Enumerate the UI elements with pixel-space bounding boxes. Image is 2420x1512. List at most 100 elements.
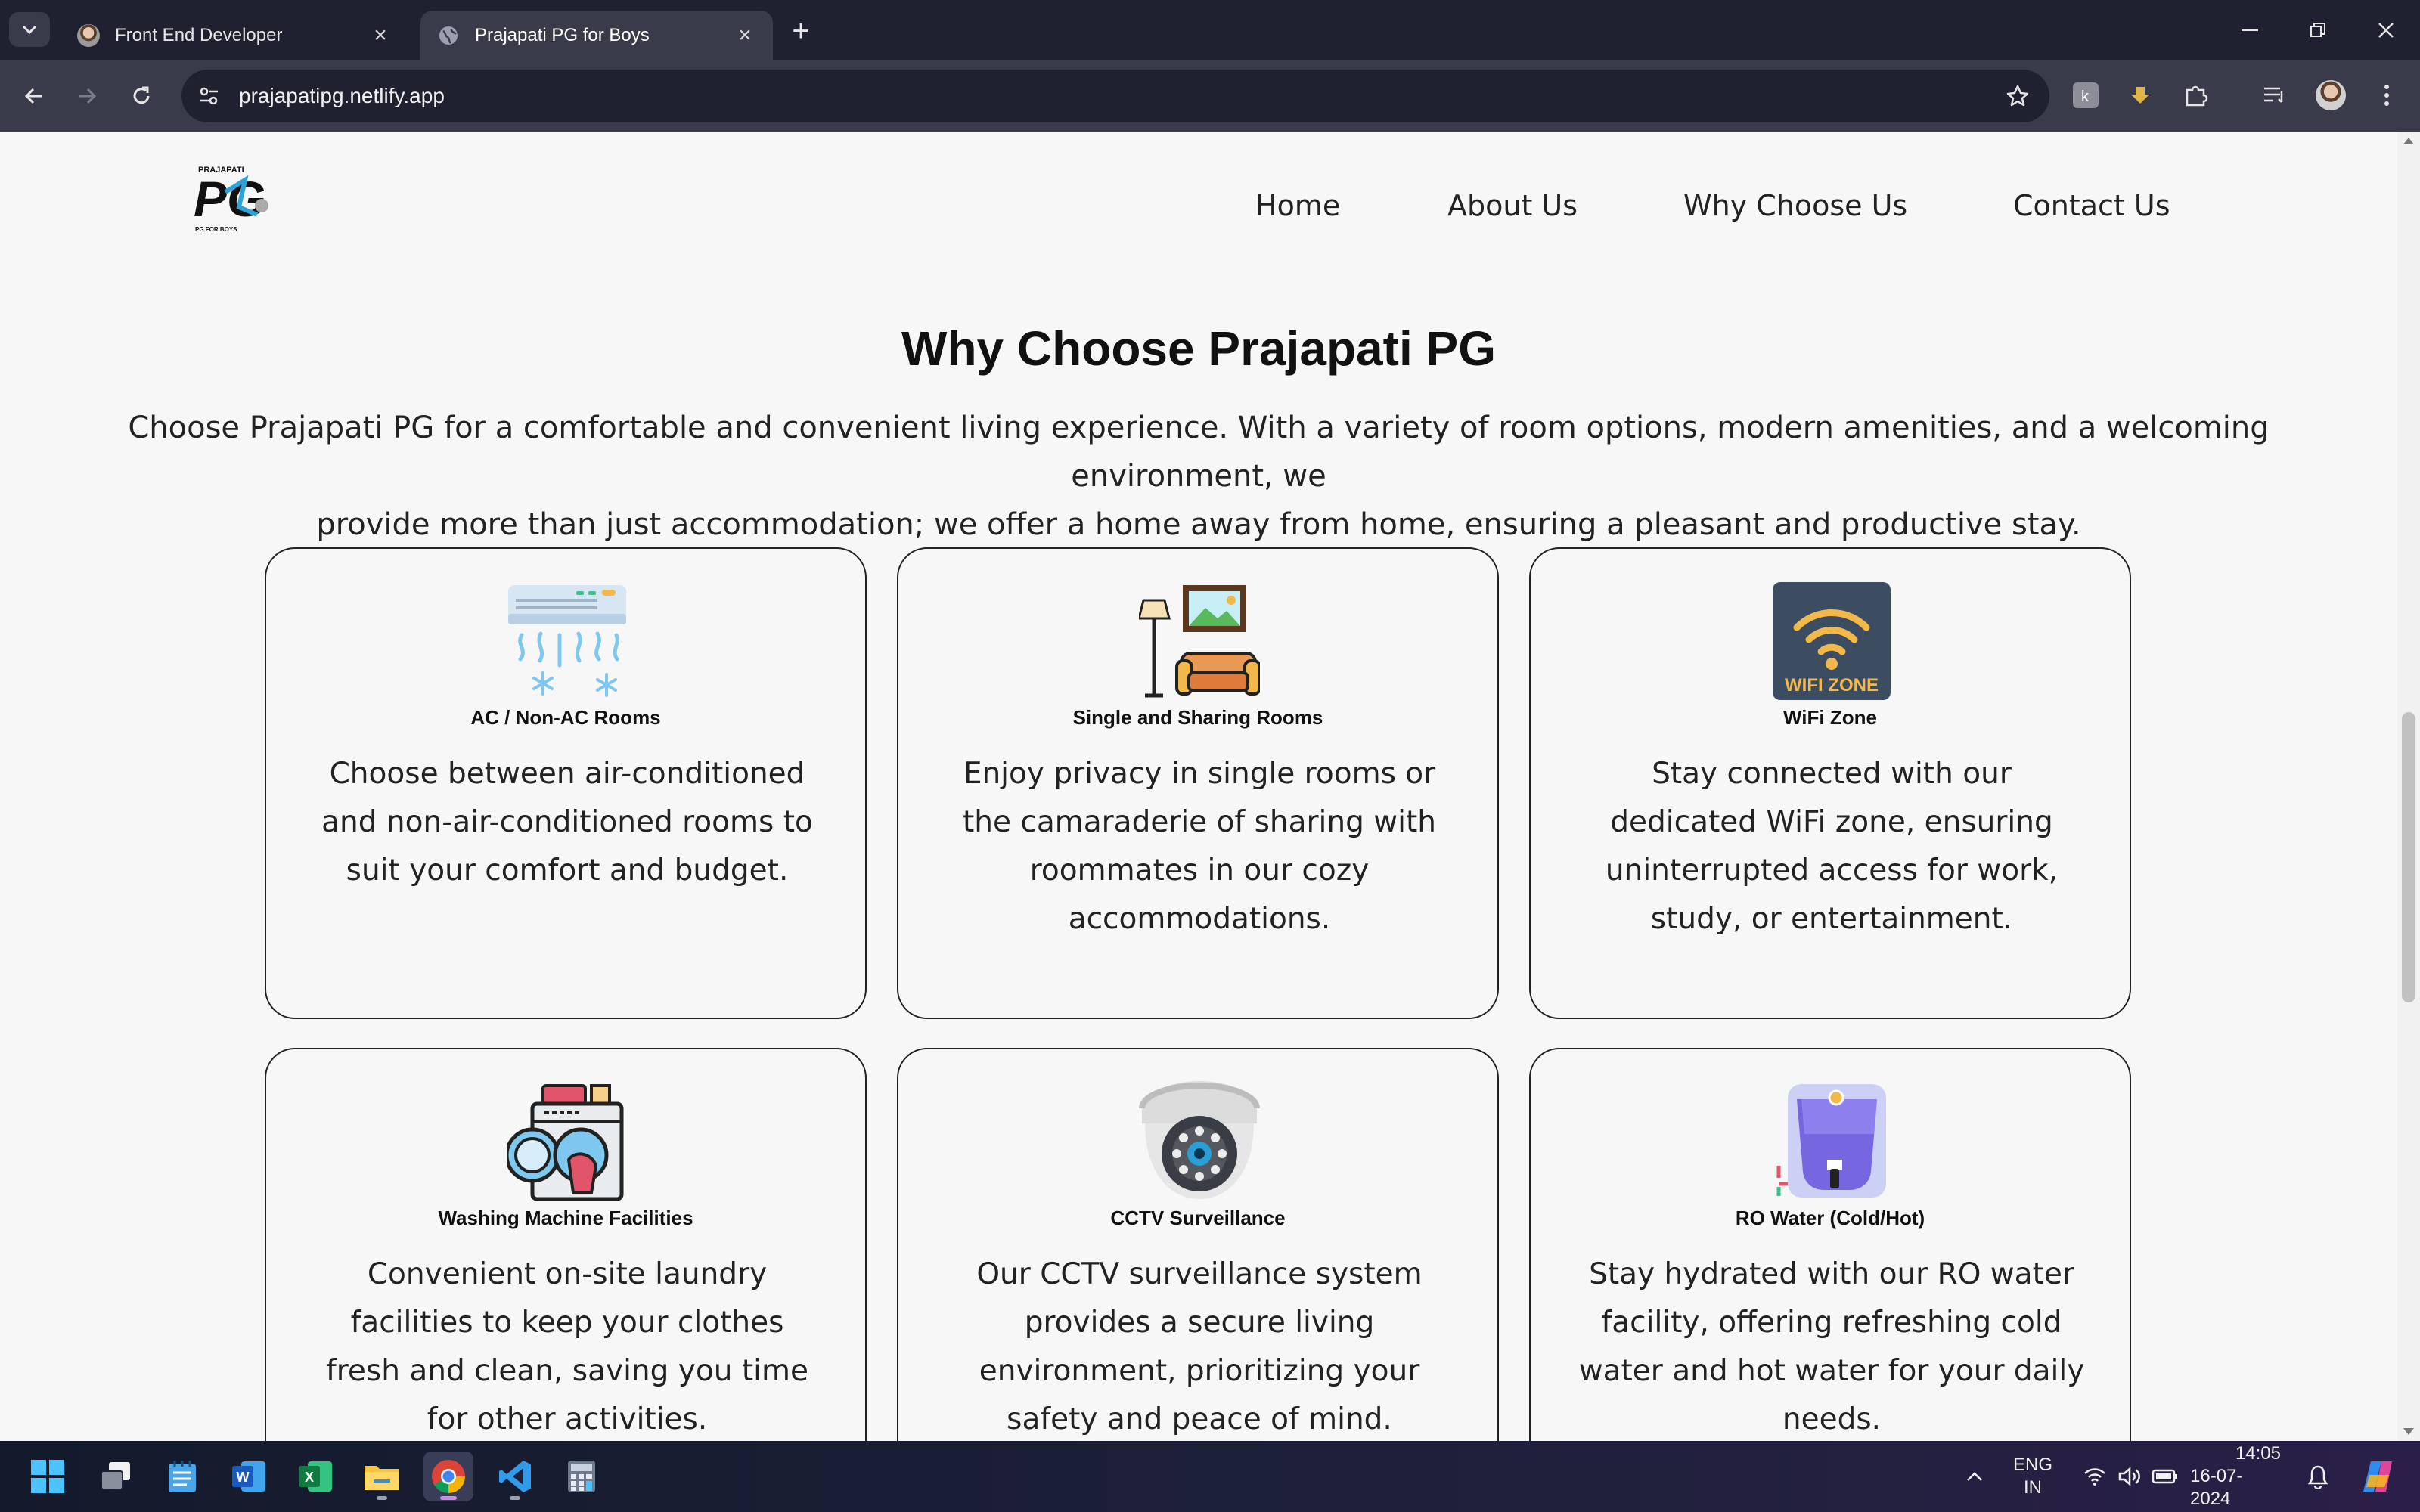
feature-card-cctv: CCTV Surveillance Our CCTV surveillance … [897, 1048, 1499, 1441]
wifi-zone-icon: WIFI ZONE [1773, 582, 1891, 700]
extensions-puzzle-icon[interactable] [2180, 79, 2213, 112]
prajapati-pg-logo-icon: PRAJAPATI PG PG FOR BOYS [194, 166, 268, 233]
running-indicator [377, 1496, 387, 1500]
copilot-icon [2363, 1461, 2392, 1492]
feature-card-single-sharing-rooms: Single and Sharing Rooms Enjoy privacy i… [897, 547, 1499, 1019]
page-scrollbar[interactable] [2397, 132, 2420, 1441]
task-view-icon [101, 1462, 130, 1490]
notepad-icon [169, 1461, 196, 1492]
file-explorer-button[interactable] [357, 1452, 407, 1501]
feature-card-ro-water: RO Water (Cold/Hot) Stay hydrated with o… [1529, 1048, 2131, 1441]
nav-contact-us[interactable]: Contact Us [2013, 189, 2170, 222]
site-logo[interactable]: PRAJAPATI PG PG FOR BOYS [192, 162, 275, 237]
url-text: prajapatipg.netlify.app [239, 84, 445, 107]
extension-k-icon[interactable]: k [2069, 79, 2102, 112]
restore-button[interactable] [2284, 0, 2352, 60]
card-description: Choose between air-conditioned and non-a… [321, 757, 813, 888]
washing-machine-icon [507, 1084, 624, 1201]
arrow-left-icon [24, 88, 42, 104]
address-bar[interactable]: prajapatipg.netlify.app [182, 70, 2049, 122]
vscode-button[interactable] [490, 1452, 540, 1501]
excel-icon: X [299, 1461, 332, 1492]
notepad-button[interactable] [157, 1452, 207, 1501]
arrow-right-icon [79, 88, 97, 104]
scroll-down-icon[interactable] [2403, 1428, 2414, 1435]
tab-search-button[interactable] [9, 12, 50, 47]
card-description: Our CCTV surveillance system provides a … [976, 1257, 1423, 1436]
profile-avatar[interactable] [2314, 79, 2347, 112]
scrollbar-thumb[interactable] [2402, 712, 2415, 1002]
feature-card-wifi-zone: WIFI ZONE WiFi Zone Stay connected with … [1529, 547, 2131, 1019]
chrome-button[interactable] [424, 1452, 473, 1501]
volume-icon [2118, 1467, 2140, 1486]
card-description: Stay connected with our dedicated WiFi z… [1605, 757, 2059, 936]
nav-home[interactable]: Home [1255, 189, 1340, 222]
chrome-icon [432, 1460, 465, 1493]
start-button[interactable] [23, 1452, 73, 1501]
svg-text:X: X [305, 1470, 314, 1485]
close-tab-icon[interactable]: × [734, 23, 756, 48]
browser-menu-icon[interactable] [2370, 79, 2403, 112]
task-view-button[interactable] [91, 1452, 141, 1501]
word-button[interactable]: W [224, 1452, 274, 1501]
water-purifier-icon [1776, 1084, 1886, 1198]
browser-tab-strip: Front End Developer × Prajapati PG for B… [0, 0, 2420, 60]
excel-button[interactable]: X [290, 1452, 340, 1501]
site-info-icon[interactable] [188, 75, 230, 117]
nav-about-us[interactable]: About Us [1447, 189, 1578, 222]
cctv-camera-icon [1139, 1081, 1260, 1199]
section-title: Why Choose Prajapati PG [901, 321, 1496, 376]
browser-tab-front-end-developer[interactable]: Front End Developer × [60, 11, 408, 60]
scroll-up-icon[interactable] [2403, 138, 2414, 144]
card-title: Single and Sharing Rooms [1072, 706, 1323, 729]
sofa-room-icon [1139, 585, 1260, 698]
wifi-icon [2084, 1468, 2105, 1486]
forward-button[interactable] [67, 76, 107, 116]
battery-icon [2152, 1469, 2177, 1484]
close-window-button[interactable] [2352, 0, 2420, 60]
minimize-button[interactable] [2216, 0, 2284, 60]
air-conditioner-icon [508, 585, 626, 697]
bell-icon [2307, 1465, 2328, 1489]
file-explorer-icon [365, 1466, 399, 1490]
chevron-up-icon [1967, 1472, 1982, 1481]
card-description: Stay hydrated with our RO water facility… [1578, 1257, 2085, 1436]
quick-settings-button[interactable] [2074, 1441, 2187, 1512]
nav-why-choose-us[interactable]: Why Choose Us [1683, 189, 1907, 222]
language-indicator[interactable]: ENG IN [2003, 1441, 2063, 1512]
logo-tagline: PG FOR BOYS [195, 226, 237, 233]
running-indicator [510, 1496, 520, 1500]
wifi-zone-label: WIFI ZONE [1785, 675, 1879, 696]
new-tab-button[interactable]: + [783, 14, 818, 48]
intro-line-2: provide more than just accommodation; we… [316, 507, 2081, 542]
copilot-button[interactable] [2352, 1441, 2405, 1512]
word-icon: W [232, 1461, 265, 1492]
chevron-down-icon [22, 25, 37, 35]
back-button[interactable] [14, 76, 54, 116]
clock-time: 14:05 [2235, 1443, 2281, 1464]
clock-date: 16-07-2024 [2190, 1466, 2243, 1509]
reload-button[interactable] [121, 76, 162, 116]
notifications-button[interactable] [2299, 1441, 2337, 1512]
language-code: ENG [2012, 1455, 2052, 1475]
vscode-icon [499, 1461, 531, 1492]
windows-taskbar: W X ENG IN 14:05 16-07-2024 [0, 1441, 2420, 1512]
feature-card-ac-rooms: AC / Non-AC Rooms Choose between air-con… [265, 547, 867, 1019]
card-title: RO Water (Cold/Hot) [1735, 1207, 1925, 1229]
bookmark-star-icon[interactable] [1996, 75, 2039, 117]
calculator-button[interactable] [557, 1452, 607, 1501]
logo-mark: PG [194, 171, 265, 227]
profile-favicon-icon [77, 24, 100, 47]
start-icon [31, 1460, 64, 1493]
close-tab-icon[interactable]: × [369, 23, 392, 48]
globe-icon [437, 24, 460, 47]
browser-tab-prajapati-pg[interactable]: Prajapati PG for Boys × [420, 11, 773, 60]
tab-title: Prajapati PG for Boys [475, 25, 650, 45]
download-icon[interactable] [2124, 79, 2157, 112]
card-description: Enjoy privacy in single rooms or the cam… [963, 757, 1436, 936]
clock[interactable]: 14:05 16-07-2024 [2190, 1441, 2281, 1512]
card-title: Washing Machine Facilities [438, 1207, 693, 1229]
show-hidden-icons-button[interactable] [1956, 1441, 1993, 1512]
section-intro: Choose Prajapati PG for a comfortable an… [83, 404, 2314, 549]
reading-list-icon[interactable] [2258, 79, 2291, 112]
